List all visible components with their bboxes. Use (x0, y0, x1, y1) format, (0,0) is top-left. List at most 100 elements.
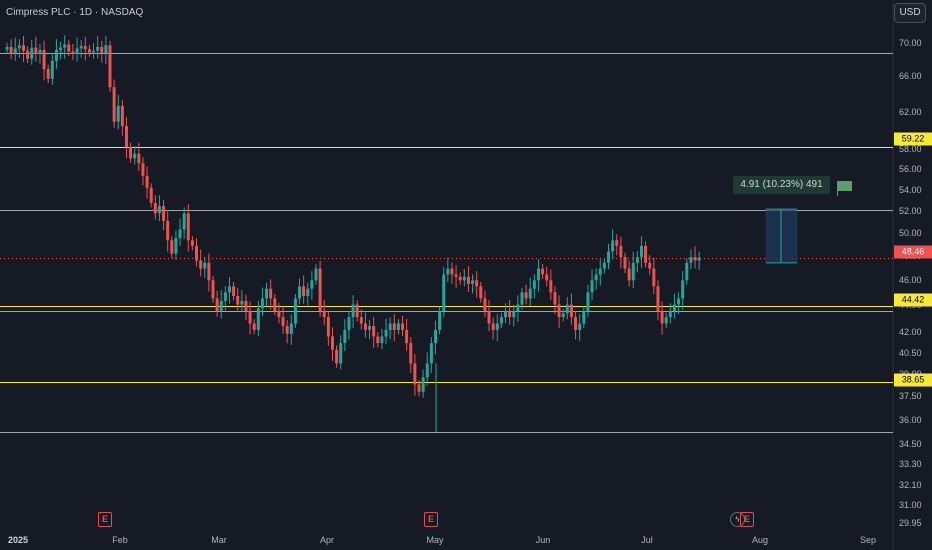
candle-body (565, 304, 569, 314)
earnings-icon[interactable]: E (424, 512, 438, 527)
price-chart[interactable] (0, 0, 932, 550)
y-tick-label: 29.95 (899, 518, 922, 528)
candle-body (277, 310, 281, 318)
candle-body (689, 257, 693, 263)
candle-body (672, 304, 676, 311)
candle-body (433, 329, 437, 344)
candle-body (619, 245, 623, 258)
earnings-icon[interactable]: E (740, 512, 754, 527)
candle-body (227, 286, 231, 293)
candle-body (71, 51, 75, 54)
y-tick-label: 54.00 (899, 185, 922, 195)
candle-body (59, 47, 63, 50)
candle-body (38, 49, 42, 54)
candle-body (388, 323, 392, 330)
candle-body (590, 280, 594, 293)
candle-body (219, 300, 223, 311)
candle-body (392, 323, 396, 330)
candle-body (21, 45, 25, 51)
candle-body (153, 202, 157, 214)
candle-body (561, 313, 565, 318)
candle-body (660, 310, 664, 324)
candle-body (487, 310, 491, 324)
candle-body (203, 262, 207, 269)
candle-body (557, 304, 561, 318)
candle-body (260, 298, 264, 309)
candle-body (54, 49, 58, 62)
candle-body (578, 323, 582, 330)
candle-body (310, 280, 314, 289)
candle-body (141, 163, 145, 176)
y-tick-label: 36.00 (899, 415, 922, 425)
candle-body (417, 384, 421, 392)
y-tick-label: 52.00 (899, 206, 922, 216)
candle-body (458, 276, 462, 281)
candle-body (166, 220, 170, 241)
flag-icon[interactable] (838, 181, 852, 191)
candle-body (162, 206, 166, 221)
candle-body (17, 45, 21, 49)
candle-body (438, 310, 442, 330)
x-tick-label: Mar (211, 535, 227, 545)
candle-body (293, 298, 297, 324)
candle-body (269, 288, 273, 299)
earnings-icon[interactable]: E (98, 512, 112, 527)
candle-body (63, 44, 67, 48)
candle-body (339, 343, 343, 364)
candle-body (594, 274, 598, 281)
candle-body (512, 310, 516, 318)
candle-body (281, 317, 285, 327)
candle-body (405, 329, 409, 344)
candle-body (9, 46, 13, 54)
candle-body (471, 280, 475, 284)
y-tick-label: 66.00 (899, 71, 922, 81)
candle-body (536, 268, 540, 281)
candle-body (413, 363, 417, 385)
y-tick-label: 42.00 (899, 327, 922, 337)
candle-body (104, 45, 108, 54)
y-tick-label: 58.00 (899, 144, 922, 154)
candle-body (133, 153, 137, 159)
horizontal-levels (0, 53, 893, 433)
candle-body (50, 61, 54, 79)
candle-body (75, 48, 79, 54)
candles (5, 35, 701, 433)
candle-body (149, 187, 153, 203)
candle-body (13, 48, 17, 54)
candle-body (508, 310, 512, 318)
candle-body (516, 304, 520, 311)
candle-body (491, 323, 495, 330)
candle-body (330, 336, 334, 350)
candle-body (582, 310, 586, 324)
level-price-badge: 38.65 (894, 373, 932, 387)
candle-body (79, 46, 83, 49)
candle-body (532, 280, 536, 289)
candle-body (273, 298, 277, 311)
candle-body (265, 288, 269, 299)
candle-body (611, 240, 615, 252)
candle-body (466, 276, 470, 284)
candle-body (615, 240, 619, 246)
candle-body (322, 310, 326, 318)
y-tick-label: 33.30 (899, 459, 922, 469)
candle-body (145, 175, 149, 188)
x-tick-label: Sep (859, 535, 877, 545)
level-price-badge: 59.22 (894, 132, 932, 146)
y-tick-label: 31.00 (899, 500, 922, 510)
candle-body (248, 310, 252, 324)
candle-body (499, 317, 503, 324)
candle-body (528, 288, 532, 299)
candle-body (190, 240, 194, 246)
candle-body (376, 336, 380, 344)
y-tick-label: 32.10 (899, 480, 922, 490)
candle-body (574, 317, 578, 330)
candle-body (475, 280, 479, 287)
candle-body (100, 46, 104, 54)
candle-body (108, 45, 112, 88)
candle-body (26, 50, 30, 59)
currency-button[interactable]: USD (894, 3, 926, 23)
candle-body (681, 280, 685, 299)
candle-body (129, 147, 133, 159)
candle-body (363, 323, 367, 330)
y-tick-label: 37.50 (899, 391, 922, 401)
